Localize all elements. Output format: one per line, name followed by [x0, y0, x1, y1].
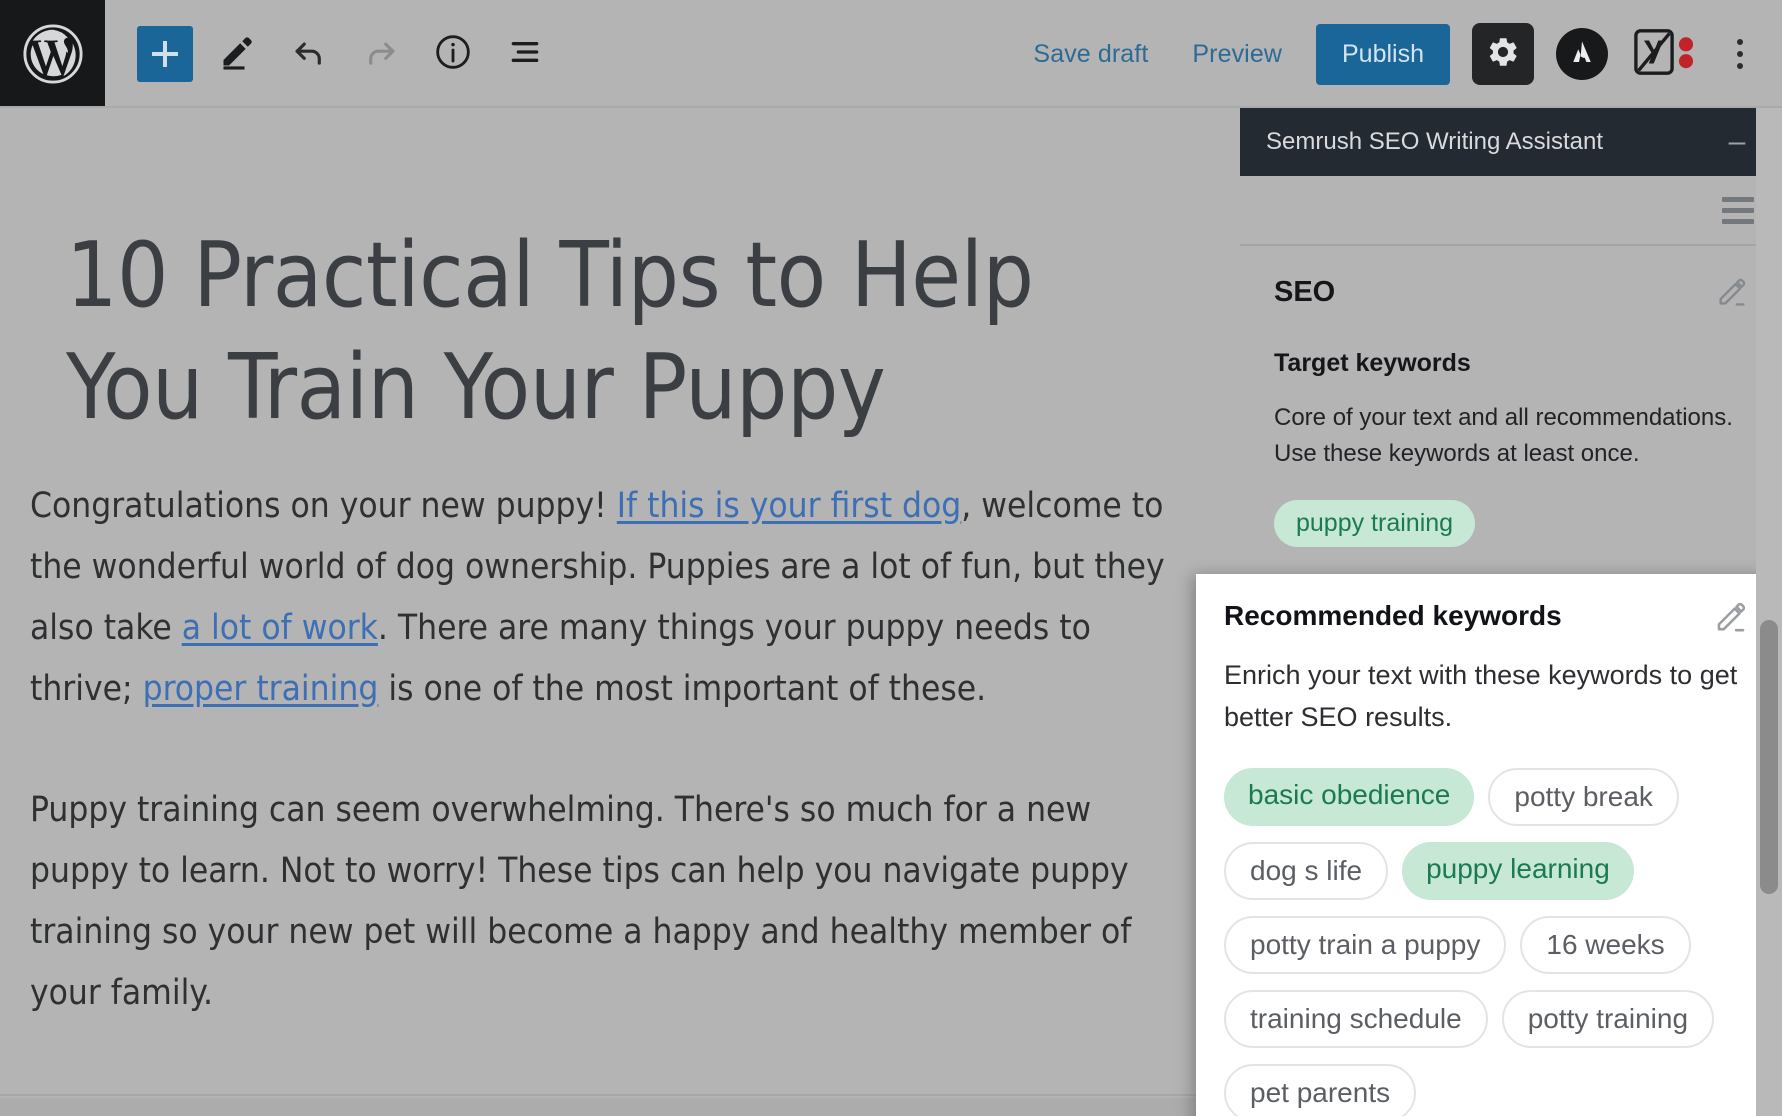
- seo-section-title: SEO: [1274, 276, 1336, 308]
- semrush-panel-body: SEO Target keywords Core of your text an…: [1240, 246, 1782, 547]
- add-block-button[interactable]: [137, 26, 193, 82]
- kebab-menu-icon: [1737, 39, 1743, 45]
- list-view-button[interactable]: [497, 26, 553, 82]
- yoast-seo-button[interactable]: [1634, 28, 1694, 80]
- inline-link-proper-training[interactable]: proper training: [143, 669, 379, 709]
- undo-button[interactable]: [281, 26, 337, 82]
- keyword-chip[interactable]: pet parents: [1224, 1064, 1417, 1116]
- paragraph-block[interactable]: Puppy training can seem overwhelming. Th…: [30, 780, 1190, 1024]
- toolbar-left-group: [137, 26, 553, 82]
- keyword-chip[interactable]: potty break: [1488, 768, 1679, 826]
- add-block-icon: [152, 41, 178, 67]
- wordpress-block-editor-screen: Save draft Preview Publish 10 Practical …: [0, 0, 1782, 1116]
- keyword-chip[interactable]: puppy learning: [1402, 842, 1634, 900]
- a-circle-icon: [1567, 37, 1597, 72]
- wordpress-logo-button[interactable]: [0, 0, 105, 108]
- yoast-seo-icon: [1634, 28, 1674, 80]
- list-view-icon: [505, 32, 545, 77]
- wordpress-logo-icon: [22, 23, 84, 85]
- more-options-button[interactable]: [1720, 28, 1760, 80]
- target-keywords-chip-list: puppy training: [1274, 500, 1748, 547]
- minimize-panel-button[interactable]: –: [1720, 127, 1754, 157]
- pencil-edit-icon[interactable]: [1714, 600, 1746, 632]
- gear-icon: [1486, 35, 1520, 74]
- toolbar-right-group: Save draft Preview Publish: [1011, 23, 1782, 85]
- text-run: Congratulations on your new puppy!: [30, 486, 617, 526]
- details-info-button[interactable]: [425, 26, 481, 82]
- inline-link-first-dog[interactable]: If this is your first dog: [617, 486, 962, 526]
- inline-link-a-lot-of-work[interactable]: a lot of work: [182, 608, 378, 648]
- paragraph-block[interactable]: Congratulations on your new puppy! If th…: [30, 476, 1190, 720]
- target-keywords-heading: Target keywords: [1274, 349, 1471, 377]
- recommended-keywords-description: Enrich your text with these keywords to …: [1224, 660, 1738, 732]
- hamburger-menu-icon[interactable]: [1722, 196, 1754, 224]
- page-scrollbar-track[interactable]: [1756, 108, 1782, 1116]
- editor-bottom-divider: [0, 1094, 1212, 1096]
- save-draft-button[interactable]: Save draft: [1011, 40, 1170, 69]
- redo-icon: [362, 33, 400, 76]
- editor-toolbar: Save draft Preview Publish: [0, 0, 1782, 108]
- post-title[interactable]: 10 Practical Tips to Help You Train Your…: [66, 220, 1126, 443]
- plugin-a-button[interactable]: [1556, 28, 1608, 80]
- keyword-chip[interactable]: 16 weeks: [1520, 916, 1691, 974]
- info-icon: [433, 32, 473, 77]
- recommended-keywords-title: Recommended keywords: [1224, 600, 1562, 631]
- post-body[interactable]: Congratulations on your new puppy! If th…: [30, 476, 1190, 1084]
- keyword-chip[interactable]: basic obedience: [1224, 768, 1475, 826]
- kebab-menu-icon: [1737, 51, 1743, 57]
- text-run: Puppy training can seem overwhelming. Th…: [30, 790, 1132, 1013]
- settings-button[interactable]: [1472, 23, 1534, 85]
- text-run: is one of the most important of these.: [378, 669, 987, 709]
- keyword-chip[interactable]: potty training: [1501, 990, 1715, 1048]
- undo-icon: [290, 33, 328, 76]
- recommended-keywords-popup: Recommended keywords Enrich your text wi…: [1196, 574, 1774, 1116]
- keyword-chip[interactable]: dog s life: [1224, 842, 1389, 900]
- redo-button[interactable]: [353, 26, 409, 82]
- page-scrollbar-thumb[interactable]: [1760, 620, 1778, 894]
- recommended-keywords-header: Recommended keywords: [1224, 600, 1746, 632]
- seo-section-header: SEO: [1274, 276, 1748, 309]
- preview-button[interactable]: Preview: [1170, 40, 1304, 69]
- semrush-panel-header: Semrush SEO Writing Assistant –: [1240, 108, 1782, 176]
- publish-button[interactable]: Publish: [1316, 23, 1450, 85]
- target-keywords-description: Core of your text and all recommendation…: [1274, 404, 1733, 467]
- kebab-menu-icon: [1737, 63, 1743, 69]
- keyword-chip[interactable]: potty train a puppy: [1224, 916, 1507, 974]
- semrush-panel-title: Semrush SEO Writing Assistant: [1266, 128, 1604, 155]
- yoast-status-dots: [1678, 29, 1694, 80]
- edit-tool-button[interactable]: [209, 26, 265, 82]
- pencil-edit-icon[interactable]: [1716, 276, 1748, 308]
- semrush-panel-toolbar: [1240, 176, 1782, 246]
- post-editor-canvas[interactable]: 10 Practical Tips to Help You Train Your…: [0, 108, 1212, 1116]
- keyword-chip[interactable]: puppy training: [1274, 500, 1476, 547]
- edit-pencil-icon: [219, 34, 255, 75]
- keyword-chip[interactable]: training schedule: [1224, 990, 1488, 1048]
- recommended-keywords-chip-list: basic obedience potty break dog s life p…: [1224, 768, 1746, 1116]
